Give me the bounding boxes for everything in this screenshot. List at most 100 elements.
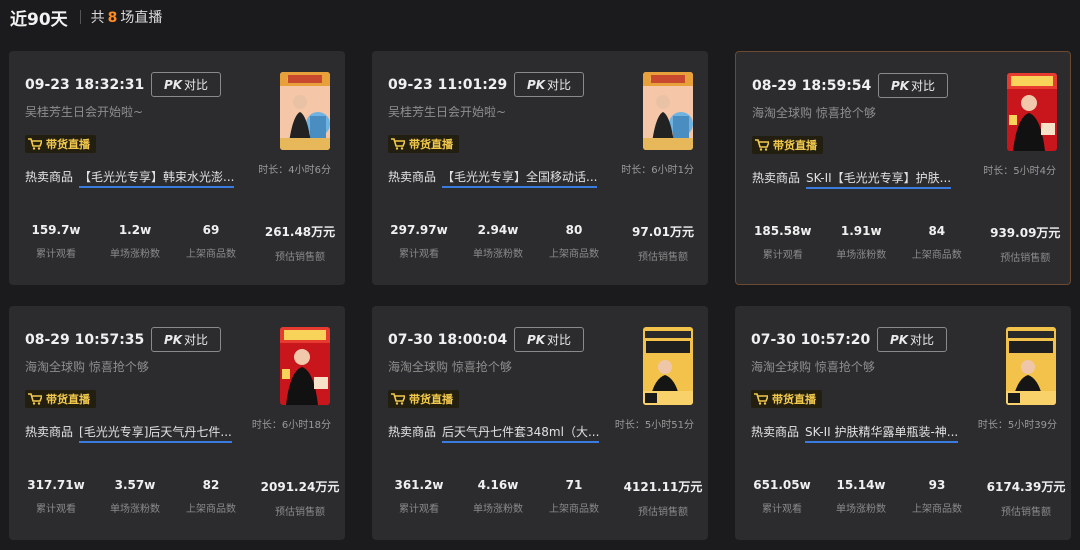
stat-label: 上架商品数 — [912, 504, 962, 515]
hot-product-label: 热卖商品 — [25, 170, 74, 184]
stat-label: 累计观看 — [36, 249, 76, 260]
live-duration: 时长：5小时4分 — [983, 166, 1056, 177]
shopping-cart-icon — [391, 390, 409, 409]
stat-value: 69 — [202, 223, 220, 237]
badge-label: 带货直播 — [409, 393, 453, 406]
stat-item: 93 上架商品数 — [893, 478, 981, 518]
badge-label: 带货直播 — [46, 138, 90, 151]
pk-icon: PK — [163, 332, 183, 347]
live-start-time: 09-23 11:01:29 — [388, 77, 508, 93]
stat-label: 单场涨粉数 — [836, 250, 887, 261]
pk-compare-button[interactable]: PK 对比 — [877, 327, 947, 352]
live-start-time: 09-23 18:32:31 — [25, 77, 145, 93]
stat-item: 15.14w 单场涨粉数 — [829, 478, 893, 518]
live-session-card[interactable]: 09-23 18:32:31 PK 对比 吴桂芳生日会开始啦~ 带货直播 时长：… — [9, 51, 345, 285]
pk-compare-button[interactable]: PK 对比 — [514, 327, 584, 352]
shopping-cart-icon — [28, 135, 46, 154]
stat-label: 预估销售额 — [1000, 253, 1051, 264]
stats-row: 185.58w 累计观看 1.91w 单场涨粉数 84 上架商品数 939.09… — [736, 224, 1070, 264]
stat-item: 97.01万元 预估销售额 — [618, 223, 708, 263]
stat-value: 84 — [928, 224, 946, 238]
live-title: 吴桂芳生日会开始啦~ — [388, 105, 507, 119]
hot-product: 热卖商品 SK-II 护肤精华露单瓶装-神... — [751, 423, 959, 443]
period-selector[interactable]: 近90天 — [10, 5, 68, 30]
stat-value: 651.05w — [753, 478, 811, 492]
stat-label: 预估销售额 — [638, 507, 688, 518]
stat-item: 1.2w 单场涨粉数 — [103, 223, 167, 263]
stat-label: 上架商品数 — [911, 250, 962, 261]
hot-product-link[interactable]: SK-II 护肤精华露单瓶装-神... — [805, 423, 959, 443]
pk-icon: PK — [889, 332, 909, 347]
live-title: 吴桂芳生日会开始啦~ — [25, 105, 144, 119]
stat-label: 单场涨粉数 — [473, 249, 523, 260]
stat-value: 939.09万元 — [990, 226, 1061, 240]
live-session-card[interactable]: 09-23 11:01:29 PK 对比 吴桂芳生日会开始啦~ 带货直播 时长：… — [372, 51, 708, 285]
stats-row: 297.97w 累计观看 2.94w 单场涨粉数 80 上架商品数 97.01万… — [372, 223, 708, 263]
hot-product-link[interactable]: SK-II【毛光光专享】护肤... — [806, 169, 952, 189]
stat-label: 累计观看 — [399, 249, 439, 260]
pk-compare-button[interactable]: PK 对比 — [514, 72, 584, 97]
stat-item: 1.91w 单场涨粉数 — [829, 224, 893, 264]
pk-icon: PK — [526, 77, 546, 92]
stat-item: 69 上架商品数 — [167, 223, 255, 263]
live-cover-image[interactable] — [280, 72, 330, 150]
stat-value: 15.14w — [836, 478, 886, 492]
live-cover-image[interactable] — [1007, 73, 1057, 151]
pk-compare-button[interactable]: PK 对比 — [151, 72, 221, 97]
pk-compare-label: 对比 — [910, 333, 935, 347]
stat-value: 317.71w — [27, 478, 85, 492]
stat-value: 361.2w — [394, 478, 444, 492]
stats-row: 361.2w 累计观看 4.16w 单场涨粉数 71 上架商品数 4121.11… — [372, 478, 708, 518]
stat-item: 4.16w 单场涨粉数 — [466, 478, 530, 518]
live-cover-image[interactable] — [280, 327, 330, 405]
live-session-card[interactable]: 08-29 10:57:35 PK 对比 海淘全球购 惊喜抢个够 带货直播 时长… — [9, 306, 345, 540]
live-title: 海淘全球购 惊喜抢个够 — [751, 360, 875, 374]
stat-item: 2.94w 单场涨粉数 — [466, 223, 530, 263]
hot-product: 热卖商品 [毛光光专享]后天气丹七件... — [25, 423, 232, 443]
live-cover-image[interactable] — [643, 327, 693, 405]
live-duration: 时长：5小时51分 — [614, 420, 694, 431]
stat-item: 84 上架商品数 — [893, 224, 980, 264]
live-count: 共 8 场直播 — [90, 10, 163, 26]
stat-item: 80 上架商品数 — [530, 223, 618, 263]
stat-label: 累计观看 — [762, 250, 803, 261]
stat-item: 361.2w 累计观看 — [372, 478, 466, 518]
pk-compare-label: 对比 — [184, 333, 209, 347]
stats-row: 317.71w 累计观看 3.57w 单场涨粉数 82 上架商品数 2091.2… — [9, 478, 345, 518]
hot-product-link[interactable]: 【毛光光专享】全国移动话... — [442, 168, 598, 188]
stat-value: 82 — [202, 478, 220, 492]
stats-row: 159.7w 累计观看 1.2w 单场涨粉数 69 上架商品数 261.48万元… — [9, 223, 345, 263]
live-cover-image[interactable] — [1006, 327, 1056, 405]
stat-value: 261.48万元 — [264, 225, 336, 239]
hot-product-link[interactable]: 后天气丹七件套348ml（大... — [442, 423, 600, 443]
sales-live-badge: 带货直播 — [25, 390, 96, 408]
stat-value: 2091.24万元 — [260, 480, 340, 494]
stat-label: 预估销售额 — [1001, 507, 1051, 518]
live-session-card[interactable]: 07-30 10:57:20 PK 对比 海淘全球购 惊喜抢个够 带货直播 时长… — [735, 306, 1071, 540]
live-cover-image[interactable] — [643, 72, 693, 150]
live-duration: 时长：6小时1分 — [621, 165, 694, 176]
hot-product: 热卖商品 【毛光光专享】韩束水光澎... — [25, 168, 235, 188]
pk-compare-button[interactable]: PK 对比 — [878, 73, 948, 98]
stat-label: 累计观看 — [762, 504, 802, 515]
stats-row: 651.05w 累计观看 15.14w 单场涨粉数 93 上架商品数 6174.… — [735, 478, 1071, 518]
stat-value: 4121.11万元 — [623, 480, 703, 494]
pk-compare-label: 对比 — [547, 78, 572, 92]
stat-label: 单场涨粉数 — [836, 504, 886, 515]
hot-product-label: 热卖商品 — [388, 170, 437, 184]
stat-item: 6174.39万元 预估销售额 — [981, 478, 1071, 518]
pk-compare-button[interactable]: PK 对比 — [151, 327, 221, 352]
live-session-card[interactable]: 07-30 18:00:04 PK 对比 海淘全球购 惊喜抢个够 带货直播 时长… — [372, 306, 708, 540]
stat-item: 4121.11万元 预估销售额 — [618, 478, 708, 518]
live-title: 海淘全球购 惊喜抢个够 — [25, 360, 149, 374]
pk-compare-label: 对比 — [547, 333, 572, 347]
hot-product-link[interactable]: 【毛光光专享】韩束水光澎... — [79, 168, 235, 188]
sales-live-badge: 带货直播 — [25, 135, 96, 153]
live-session-card[interactable]: 08-29 18:59:54 PK 对比 海淘全球购 惊喜抢个够 带货直播 时长… — [735, 51, 1071, 285]
stat-item: 2091.24万元 预估销售额 — [255, 478, 345, 518]
stat-value: 1.91w — [840, 224, 882, 238]
stat-value: 71 — [565, 478, 583, 492]
stat-item: 317.71w 累计观看 — [9, 478, 103, 518]
hot-product-link[interactable]: [毛光光专享]后天气丹七件... — [79, 423, 232, 443]
stat-value: 80 — [565, 223, 583, 237]
